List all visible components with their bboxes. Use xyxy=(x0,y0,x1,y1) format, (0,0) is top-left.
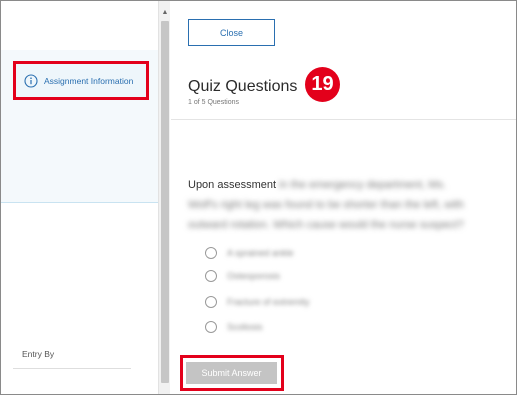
assignment-information-label: Assignment Information xyxy=(44,75,134,86)
submit-highlight: Submit Answer xyxy=(180,355,284,391)
quiz-panel: Close Quiz Questions 19 1 of 5 Questions… xyxy=(171,1,516,394)
header-divider xyxy=(171,119,516,120)
answer-option-label: Osteoporosis xyxy=(227,271,281,281)
answer-option-label: A sprained ankle xyxy=(227,248,294,258)
question-text-visible: Upon assessment xyxy=(188,179,277,191)
answer-option-label: Fracture of extremity xyxy=(227,297,310,307)
page-title: Quiz Questions xyxy=(188,78,298,95)
radio-button[interactable] xyxy=(205,270,217,282)
app-window: Assignment Information Entry By ▲ Close … xyxy=(0,0,517,395)
radio-button[interactable] xyxy=(205,296,217,308)
step-number-badge: 19 xyxy=(305,67,340,102)
answer-option[interactable]: Scoliosis xyxy=(205,320,263,334)
sidebar: Assignment Information Entry By xyxy=(1,1,158,394)
assignment-information-link[interactable]: Assignment Information xyxy=(13,61,149,100)
info-icon xyxy=(24,73,38,88)
submit-answer-button[interactable]: Submit Answer xyxy=(186,362,277,384)
sidebar-scrollbar[interactable]: ▲ xyxy=(158,1,170,394)
answer-option[interactable]: Osteoporosis xyxy=(205,269,280,283)
radio-button[interactable] xyxy=(205,247,217,259)
entry-by-divider xyxy=(13,368,131,369)
entry-by-label: Entry By xyxy=(22,349,55,359)
answer-option[interactable]: Fracture of extremity xyxy=(205,295,310,309)
radio-button[interactable] xyxy=(205,321,217,333)
question-text: Upon assessment in the emergency departm… xyxy=(188,175,468,235)
answer-option-label: Scoliosis xyxy=(227,322,263,332)
answer-option[interactable]: A sprained ankle xyxy=(205,246,294,260)
question-count: 1 of 5 Questions xyxy=(188,99,239,106)
scroll-up-arrow-icon[interactable]: ▲ xyxy=(159,7,171,17)
close-button[interactable]: Close xyxy=(188,19,275,46)
scrollbar-thumb[interactable] xyxy=(161,21,169,383)
